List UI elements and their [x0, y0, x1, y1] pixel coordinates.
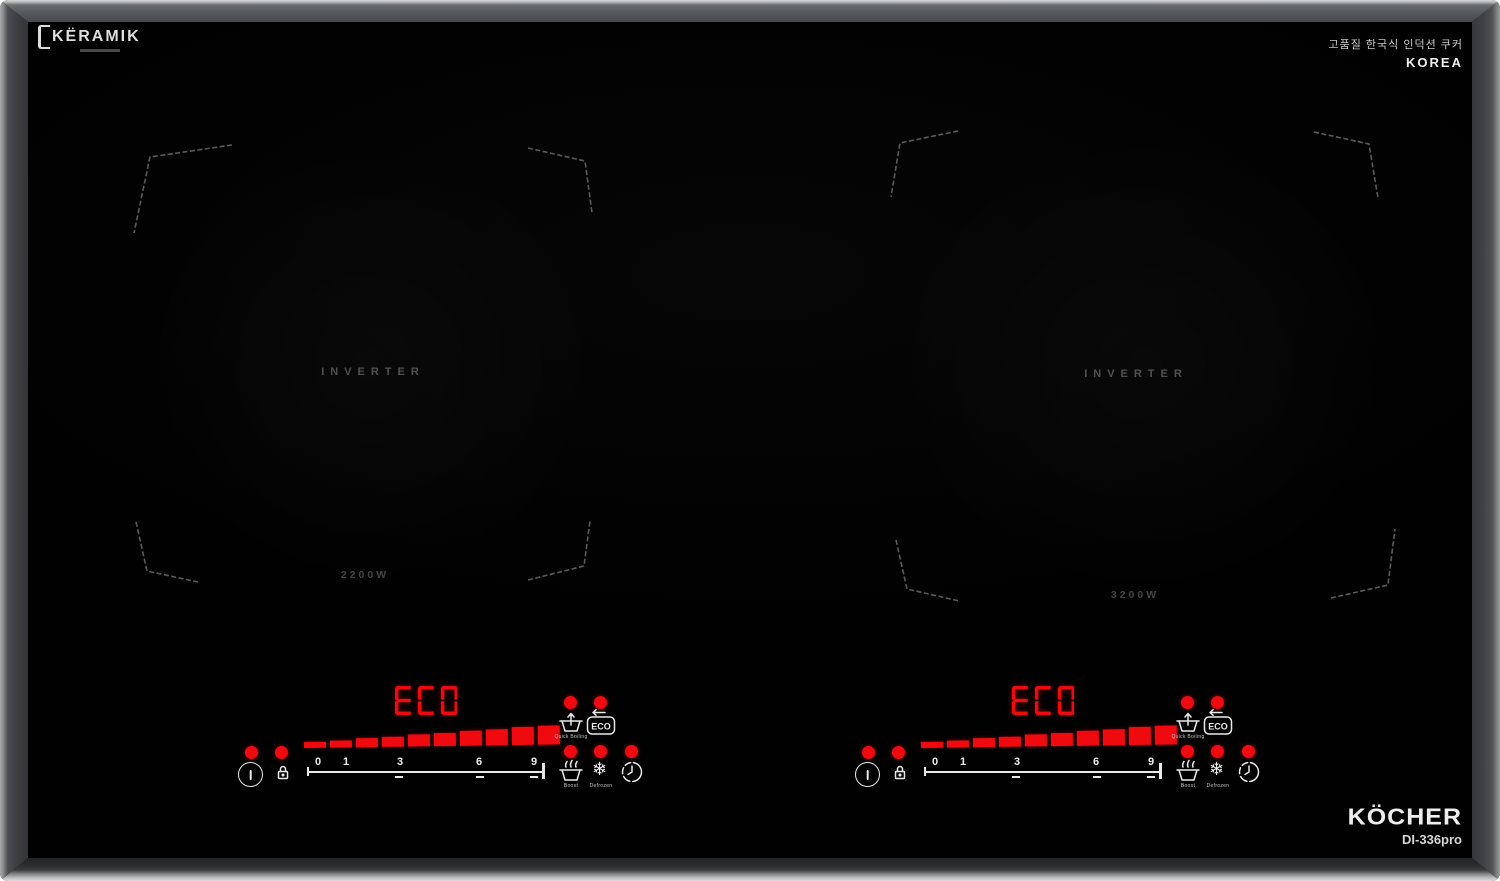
scale-label-3[interactable]: 3 [1010, 756, 1024, 768]
seven-segment-display [378, 686, 474, 716]
boost-button[interactable] [557, 759, 585, 782]
zone-corner-marks-icon [0, 0, 1500, 881]
defrost-button[interactable]: ❄ [1209, 760, 1224, 778]
power-button[interactable] [855, 762, 880, 787]
scale-end-tick [1159, 763, 1162, 779]
scale-label-9[interactable]: 9 [1144, 756, 1158, 768]
slider-segment[interactable] [1129, 727, 1151, 745]
scale-dash-3 [395, 776, 403, 778]
scale-end-tick [542, 763, 545, 779]
quick-boiling-indicator-light [564, 696, 577, 709]
defrost-indicator-light [594, 745, 607, 758]
scale-dash-6 [1093, 776, 1101, 778]
power-level-slider[interactable] [921, 722, 1183, 748]
kocher-logo-text: KÖCHER [1348, 804, 1462, 831]
scale-dash-3 [1012, 776, 1020, 778]
eco-mode-button[interactable]: ECO [585, 709, 617, 736]
induction-cooktop: INVERTER INVERTER 2200W 3200W KËRAMIK 고품… [0, 0, 1500, 881]
slider-segment[interactable] [1025, 734, 1047, 746]
slider-segment[interactable] [356, 738, 378, 747]
origin-block: 고품질 한국식 인덕션 쿠커 KOREA [1329, 36, 1464, 70]
scale-label-1[interactable]: 1 [956, 756, 970, 768]
quick-boiling-button[interactable] [1174, 711, 1202, 733]
power-button[interactable] [238, 762, 263, 787]
eco-button-text: ECO [1208, 722, 1228, 732]
scale-dash-9 [530, 776, 538, 778]
boost-indicator-light [564, 745, 577, 758]
scale-label-1[interactable]: 1 [339, 756, 353, 768]
slider-segment[interactable] [947, 740, 969, 748]
lock-button[interactable] [892, 764, 908, 781]
scale-label-9[interactable]: 9 [527, 756, 541, 768]
power-indicator-light [862, 746, 875, 759]
right-control-panel: 0 1 3 6 9 Quick Boiling ECO Boost ❄ Defr… [847, 680, 1267, 795]
timer-indicator-light [1242, 745, 1255, 758]
scale-dash-9 [1147, 776, 1155, 778]
keramik-logo: KËRAMIK [38, 25, 141, 49]
slider-segment[interactable] [486, 729, 508, 746]
scale-start-tick [924, 767, 926, 776]
power-icon [249, 770, 252, 780]
model-number: DI-336pro [1348, 832, 1462, 847]
scale-dash-6 [476, 776, 484, 778]
defrost-label: Defrozen [1194, 783, 1242, 789]
slider-segment[interactable] [921, 742, 943, 748]
slider-segment[interactable] [408, 734, 430, 746]
left-zone-inverter-label: INVERTER [295, 366, 451, 378]
slider-segment[interactable] [999, 736, 1021, 747]
boost-indicator-light [1181, 745, 1194, 758]
kocher-logo-block: KÖCHER DI-336pro [1348, 803, 1462, 847]
timer-indicator-light [625, 745, 638, 758]
left-zone-power-label: 2200W [305, 569, 425, 581]
eco-indicator-light [594, 696, 607, 709]
power-icon [866, 770, 869, 780]
defrost-button[interactable]: ❄ [592, 760, 607, 778]
keramik-tagline [80, 49, 120, 52]
defrost-label: Defrozen [577, 783, 625, 789]
scale-start-tick [307, 767, 309, 776]
scale-label-6[interactable]: 6 [472, 756, 486, 768]
slider-scale-line[interactable] [308, 771, 544, 773]
lock-indicator-light [892, 746, 905, 759]
keramik-logo-text: KËRAMIK [52, 28, 141, 46]
eco-mode-button[interactable]: ECO [1202, 709, 1234, 736]
slider-segment[interactable] [382, 736, 404, 747]
timer-button[interactable] [1237, 760, 1261, 784]
slider-segment[interactable] [434, 732, 456, 746]
slider-segment[interactable] [304, 742, 326, 748]
scale-label-0[interactable]: 0 [311, 756, 325, 768]
seven-segment-display [995, 686, 1091, 716]
slider-segment[interactable] [1103, 729, 1125, 746]
scale-label-6[interactable]: 6 [1089, 756, 1103, 768]
quick-boiling-indicator-light [1181, 696, 1194, 709]
slider-segment[interactable] [512, 727, 534, 745]
lock-indicator-light [275, 746, 288, 759]
power-indicator-light [245, 746, 258, 759]
right-zone-power-label: 3200W [1075, 589, 1195, 601]
keramik-bracket-icon [38, 25, 50, 49]
slider-scale-line[interactable] [925, 771, 1161, 773]
slider-segment[interactable] [460, 731, 482, 746]
lock-button[interactable] [275, 764, 291, 781]
slider-segment[interactable] [1051, 732, 1073, 746]
korean-tagline: 고품질 한국식 인덕션 쿠커 [1329, 36, 1464, 52]
country-label: KOREA [1329, 55, 1464, 70]
boost-button[interactable] [1174, 759, 1202, 782]
defrost-indicator-light [1211, 745, 1224, 758]
quick-boiling-button[interactable] [557, 711, 585, 733]
slider-segment[interactable] [1077, 731, 1099, 746]
timer-button[interactable] [620, 760, 644, 784]
eco-indicator-light [1211, 696, 1224, 709]
slider-segment[interactable] [973, 738, 995, 747]
right-zone-inverter-label: INVERTER [1058, 368, 1214, 380]
power-level-slider[interactable] [304, 722, 566, 748]
snowflake-icon: ❄ [592, 759, 607, 779]
left-control-panel: 0 1 3 6 9 Quick Boiling ECO Boost ❄ Defr… [230, 680, 650, 795]
eco-button-text: ECO [591, 722, 611, 732]
slider-segment[interactable] [330, 740, 352, 748]
scale-label-3[interactable]: 3 [393, 756, 407, 768]
snowflake-icon: ❄ [1209, 759, 1224, 779]
scale-label-0[interactable]: 0 [928, 756, 942, 768]
